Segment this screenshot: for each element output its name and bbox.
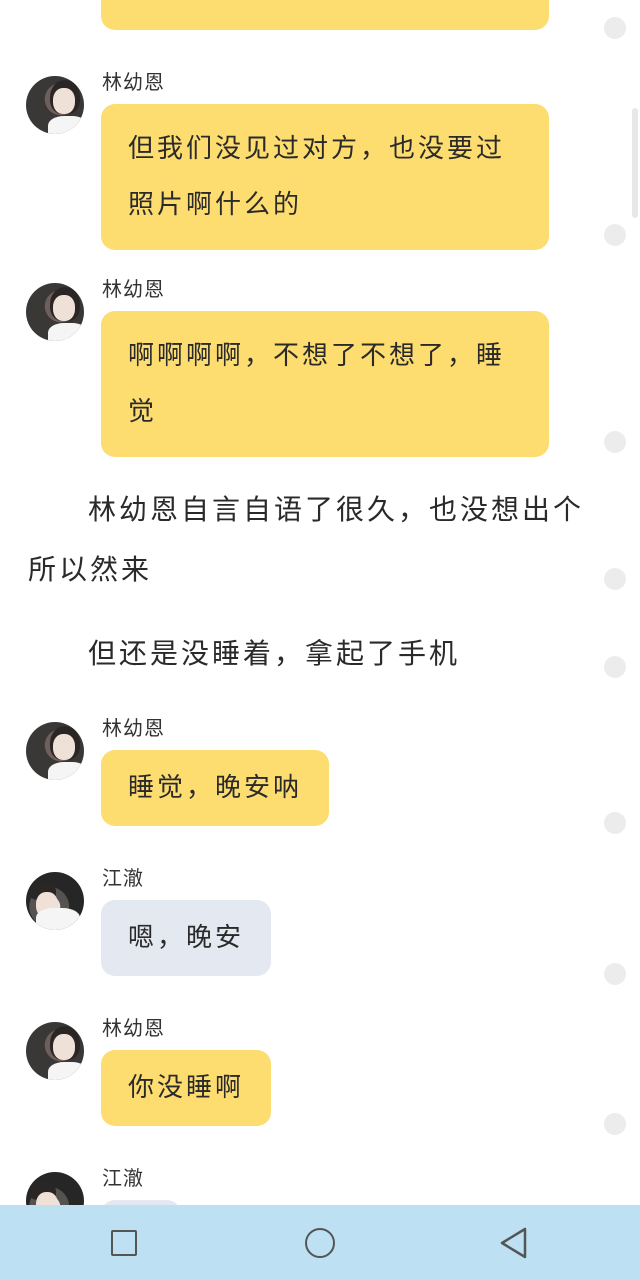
narration-text: 所以然来 <box>28 553 153 586</box>
narration-paragraph: 但还是没睡着，拿起了手机 <box>28 624 588 684</box>
avatar[interactable] <box>26 722 84 780</box>
system-navigation-bar <box>0 1205 640 1280</box>
sender-name: 林幼恩 <box>102 716 165 740</box>
recent-apps-button[interactable] <box>84 1205 164 1280</box>
comment-dot[interactable] <box>604 963 626 985</box>
triangle-back-icon <box>500 1227 527 1258</box>
home-button[interactable] <box>280 1205 360 1280</box>
back-button[interactable] <box>474 1205 554 1280</box>
sender-name: 江澈 <box>102 866 144 890</box>
sender-name: 林幼恩 <box>102 1016 165 1040</box>
scrollbar[interactable] <box>632 108 638 218</box>
message-bubble: 嗯，晚安 <box>101 900 272 976</box>
comment-dot[interactable] <box>604 812 626 834</box>
comment-dot[interactable] <box>604 224 626 246</box>
message-bubble: 睡觉，晚安呐 <box>101 750 330 826</box>
narration-text: 林幼恩自言自语了很久，也没想出个 <box>88 493 585 526</box>
circle-icon <box>305 1227 335 1258</box>
avatar[interactable] <box>26 872 84 930</box>
partial-message-bubble <box>101 0 549 30</box>
sender-name: 林幼恩 <box>102 277 165 301</box>
message-line: 觉 <box>128 397 158 427</box>
sender-name: 林幼恩 <box>102 70 165 94</box>
narration-paragraph: 林幼恩自言自语了很久，也没想出个 所以然来 <box>28 480 588 600</box>
message-line: 照片啊什么的 <box>128 190 303 220</box>
comment-dot[interactable] <box>604 17 626 39</box>
message-line: 但我们没见过对方，也没要过 <box>128 134 506 164</box>
chat-story-page: 林幼恩 但我们没见过对方，也没要过 照片啊什么的 林幼恩 啊啊啊啊，不想了不想了… <box>0 0 640 1280</box>
narration-text: 但还是没睡着，拿起了手机 <box>88 637 461 670</box>
sender-name: 江澈 <box>102 1166 144 1190</box>
message-bubble: 你没睡啊 <box>101 1050 272 1126</box>
message-line: 啊啊啊啊，不想了不想了，睡 <box>128 341 506 371</box>
comment-dot[interactable] <box>604 1113 626 1135</box>
comment-dot[interactable] <box>604 568 626 590</box>
avatar[interactable] <box>26 1022 84 1080</box>
message-bubble: 但我们没见过对方，也没要过 照片啊什么的 <box>101 104 549 250</box>
comment-dot[interactable] <box>604 431 626 453</box>
comment-dot[interactable] <box>604 656 626 678</box>
message-bubble: 啊啊啊啊，不想了不想了，睡 觉 <box>101 311 549 457</box>
avatar[interactable] <box>26 76 84 134</box>
square-icon <box>111 1229 137 1256</box>
avatar[interactable] <box>26 283 84 341</box>
